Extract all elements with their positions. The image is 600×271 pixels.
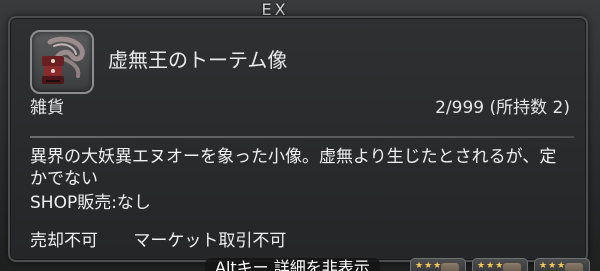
totem-statue-icon bbox=[42, 36, 85, 84]
shop-sale-info: SHOP販売:なし bbox=[30, 193, 151, 213]
game-screen: EX 虚無王のトーテム像 雑貨 2/999 (所持数 2) 異界の大妖異エヌオー… bbox=[0, 0, 600, 271]
slot-item-icon bbox=[565, 263, 583, 271]
slot-item-icon bbox=[441, 263, 459, 271]
item-icon-frame bbox=[30, 30, 94, 94]
unsellable-flag: 売却不可 bbox=[30, 231, 98, 251]
hotbar-slot[interactable]: ★★★ bbox=[410, 258, 466, 271]
item-tooltip: 虚無王のトーテム像 雑貨 2/999 (所持数 2) 異界の大妖異エヌオーを象っ… bbox=[8, 16, 588, 262]
star-rating-icon: ★★★ bbox=[539, 261, 567, 271]
star-rating-icon: ★★★ bbox=[477, 261, 505, 271]
hotbar-slot[interactable]: ★★★ bbox=[472, 258, 528, 271]
stack-count: 2/999 (所持数 2) bbox=[435, 98, 570, 118]
item-category: 雑貨 bbox=[30, 98, 64, 118]
slot-item-icon bbox=[503, 263, 521, 271]
market-restricted-flag: マーケット取引不可 bbox=[133, 231, 287, 251]
item-description: 異界の大妖異エヌオーを象った小像。虚無より生じたとされるが、定かでない bbox=[30, 147, 557, 189]
detail-toggle-hint: Altキー 詳細を非表示 bbox=[205, 258, 380, 271]
star-rating-icon: ★★★ bbox=[415, 261, 443, 271]
divider bbox=[30, 136, 574, 138]
trade-flags: 売却不可 マーケット取引不可 bbox=[30, 230, 286, 252]
item-name: 虚無王のトーテム像 bbox=[108, 48, 288, 72]
hotbar-slot[interactable]: ★★★ bbox=[534, 258, 590, 271]
